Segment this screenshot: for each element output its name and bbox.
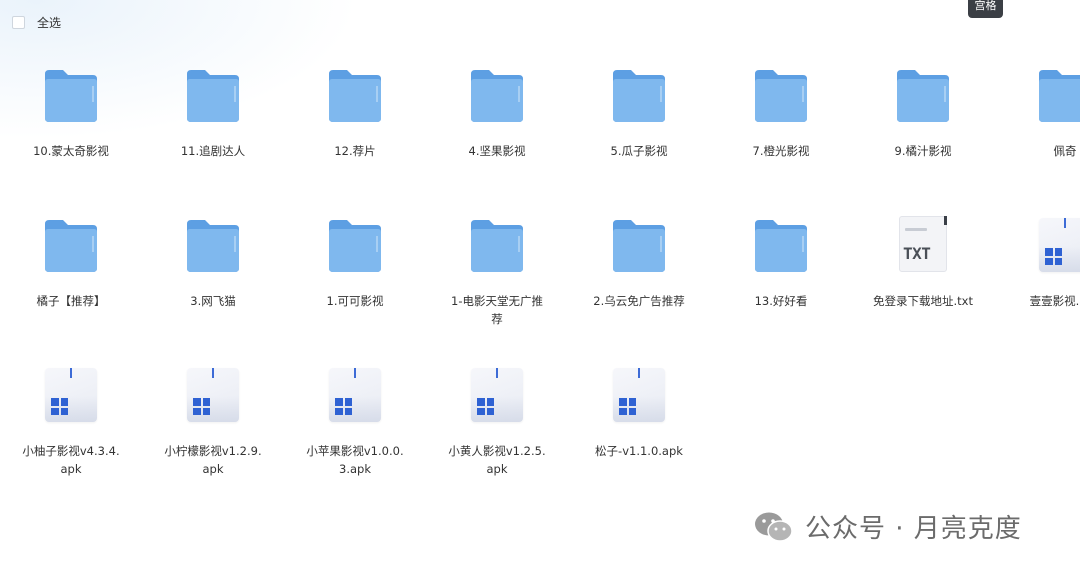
folder-icon (469, 66, 525, 124)
file-item[interactable]: 橘子【推荐】 (0, 216, 142, 366)
file-item[interactable]: 小柠檬影视v1.2.9.apk (142, 366, 284, 516)
file-item[interactable]: 小黄人影视v1.2.5.apk (426, 366, 568, 516)
file-item[interactable]: 12.荐片 (284, 66, 426, 216)
file-item[interactable]: 9.橘汁影视 (852, 66, 994, 216)
file-item[interactable]: 10.蒙太奇影视 (0, 66, 142, 216)
folder-icon (185, 216, 241, 274)
file-name: 橘子【推荐】 (36, 294, 106, 308)
folder-icon (611, 216, 667, 274)
folder-icon (43, 66, 99, 124)
tooltip-text: 宫格 (974, 0, 997, 12)
file-item[interactable]: 5.瓜子影视 (568, 66, 710, 216)
file-item[interactable]: 小苹果影视v1.0.0.3.apk (284, 366, 426, 516)
file-name: 小黄人影视v1.2.5.apk (448, 444, 546, 476)
file-item[interactable]: TXT 免登录下载地址.txt (852, 216, 994, 366)
file-item[interactable]: 壹壹影视.apk (994, 216, 1080, 366)
file-name: 小苹果影视v1.0.0.3.apk (306, 444, 404, 476)
windows-logo-icon (477, 398, 494, 415)
file-item[interactable]: 3.网飞猫 (142, 216, 284, 366)
apk-file-icon (43, 366, 99, 424)
file-name: 1.可可影视 (326, 294, 384, 308)
file-name: 7.橙光影视 (752, 144, 810, 158)
file-name: 12.荐片 (334, 144, 376, 158)
watermark: 公众号 · 月亮克度 (753, 508, 1022, 545)
folder-icon (43, 216, 99, 274)
file-name: 10.蒙太奇影视 (33, 144, 109, 158)
file-item[interactable]: 佩奇 (994, 66, 1080, 216)
wechat-icon (753, 510, 795, 544)
windows-logo-icon (193, 398, 210, 415)
windows-logo-icon (51, 398, 68, 415)
file-name: 11.追剧达人 (180, 144, 246, 158)
file-name: 小柠檬影视v1.2.9.apk (164, 444, 262, 476)
apk-file-icon (611, 366, 667, 424)
file-item[interactable]: 13.好好看 (710, 216, 852, 366)
file-item[interactable]: 4.坚果影视 (426, 66, 568, 216)
folder-icon (327, 66, 383, 124)
select-all-toggle[interactable]: 全选 (12, 14, 61, 31)
file-grid: 10.蒙太奇影视 11.追剧达人 12.荐片 4.坚果影视 5.瓜子影视 7.橙… (0, 66, 1080, 516)
file-name: 小柚子影视v4.3.4.apk (22, 444, 120, 476)
file-name: 佩奇 (1053, 144, 1077, 158)
file-item[interactable]: 7.橙光影视 (710, 66, 852, 216)
file-name: 4.坚果影视 (468, 144, 526, 158)
file-name: 2.乌云免广告推荐 (593, 294, 685, 308)
file-name: 免登录下载地址.txt (873, 294, 973, 308)
apk-file-icon (1037, 216, 1080, 274)
folder-icon (185, 66, 241, 124)
apk-file-icon (185, 366, 241, 424)
file-name: 1-电影天堂无广推荐 (451, 294, 543, 326)
select-all-checkbox[interactable] (12, 16, 25, 29)
file-item[interactable]: 小柚子影视v4.3.4.apk (0, 366, 142, 516)
file-name: 13.好好看 (754, 294, 808, 308)
windows-logo-icon (1045, 248, 1062, 265)
txt-file-icon: TXT (895, 216, 951, 274)
file-item[interactable]: 11.追剧达人 (142, 66, 284, 216)
view-mode-tooltip: 宫格 (968, 0, 1003, 18)
select-all-label: 全选 (37, 16, 62, 30)
apk-file-icon (469, 366, 525, 424)
folder-icon (327, 216, 383, 274)
file-item[interactable]: 松子-v1.1.0.apk (568, 366, 710, 516)
file-name: 9.橘汁影视 (894, 144, 952, 158)
apk-file-icon (327, 366, 383, 424)
file-name: 5.瓜子影视 (610, 144, 668, 158)
folder-icon (611, 66, 667, 124)
folder-icon (469, 216, 525, 274)
file-name: 松子-v1.1.0.apk (595, 444, 683, 458)
folder-icon (1037, 66, 1080, 124)
file-name: 3.网飞猫 (190, 294, 236, 308)
file-item[interactable]: 2.乌云免广告推荐 (568, 216, 710, 366)
file-name: 壹壹影视.apk (1029, 294, 1080, 308)
file-item[interactable]: 1.可可影视 (284, 216, 426, 366)
watermark-text: 公众号 · 月亮克度 (805, 514, 1022, 544)
folder-icon (753, 66, 809, 124)
folder-icon (753, 216, 809, 274)
txt-icon-label: TXT (903, 244, 931, 263)
folder-icon (895, 66, 951, 124)
windows-logo-icon (619, 398, 636, 415)
windows-logo-icon (335, 398, 352, 415)
file-item[interactable]: 1-电影天堂无广推荐 (426, 216, 568, 366)
